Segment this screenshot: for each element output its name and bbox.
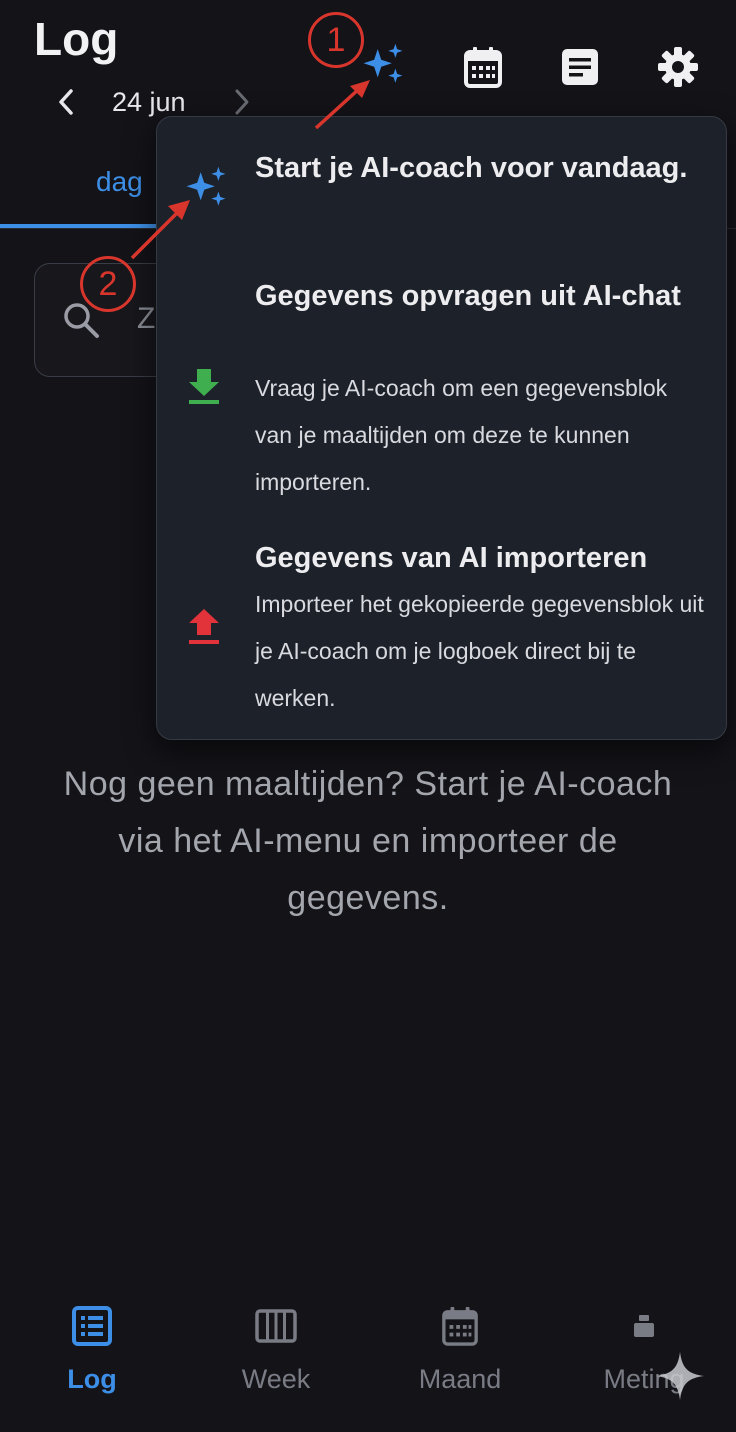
sparkle-icon <box>183 165 229 211</box>
current-date: 24 jun <box>112 86 186 117</box>
nav-label: Week <box>241 1364 311 1394</box>
ai-menu-button[interactable] <box>360 42 406 88</box>
nav-item-measurement[interactable]: Meting <box>552 1290 736 1420</box>
menu-item-title: Gegevens opvragen uit AI-chat <box>255 280 681 312</box>
settings-button[interactable] <box>655 44 701 90</box>
menu-item-description: Vraag je AI-coach om een gegevensblok va… <box>255 375 668 495</box>
nav-label: Meting <box>603 1364 685 1394</box>
notes-button[interactable] <box>557 44 603 90</box>
sparkle-icon <box>363 43 403 83</box>
document-icon <box>562 49 598 85</box>
calendar-button[interactable] <box>460 44 506 90</box>
menu-item-description: Importeer het gekopieerde gegevensblok u… <box>255 591 704 711</box>
empty-state-message: Nog geen maaltijden? Start je AI-coach v… <box>63 765 673 917</box>
chevron-right-icon <box>235 89 249 115</box>
list-icon <box>70 1304 114 1348</box>
nav-item-log[interactable]: Log <box>0 1290 184 1420</box>
nav-label: Log <box>67 1364 117 1394</box>
previous-day-button[interactable] <box>50 82 82 122</box>
page-title: Log <box>34 13 119 65</box>
search-placeholder: Z <box>137 302 156 335</box>
menu-item-request-data[interactable]: Gegevens opvragen uit AI-chat Vraag je A… <box>157 267 726 507</box>
calendar-icon <box>438 1304 482 1348</box>
bottom-navigation: Log Week Maand Meting <box>0 1290 736 1432</box>
gear-icon <box>658 47 698 87</box>
calendar-icon <box>464 47 502 88</box>
menu-item-start-coach[interactable]: Start je AI-coach voor vandaag. <box>157 117 726 253</box>
scale-icon <box>622 1304 666 1348</box>
annotation-step-1: 1 <box>308 12 364 68</box>
app-screen: Log 24 jun dag Z Nog geen maaltijden? St… <box>0 0 736 1432</box>
upload-icon <box>183 605 225 647</box>
ai-menu-popup: Start je AI-coach voor vandaag. Gegevens… <box>156 116 727 740</box>
menu-item-title: Start je AI-coach voor vandaag. <box>255 152 688 184</box>
menu-item-title: Gegevens van AI importeren <box>255 542 648 574</box>
tab-day[interactable]: dag <box>96 166 143 198</box>
nav-item-week[interactable]: Week <box>184 1290 368 1420</box>
nav-label: Maand <box>418 1364 502 1394</box>
download-icon <box>183 365 225 407</box>
menu-item-import-data[interactable]: Gegevens van AI importeren Importeer het… <box>157 529 726 729</box>
nav-item-month[interactable]: Maand <box>368 1290 552 1420</box>
chevron-left-icon <box>59 89 73 115</box>
annotation-step-2: 2 <box>80 256 136 312</box>
week-columns-icon <box>254 1304 298 1348</box>
sparkle-watermark-icon <box>656 1352 704 1400</box>
